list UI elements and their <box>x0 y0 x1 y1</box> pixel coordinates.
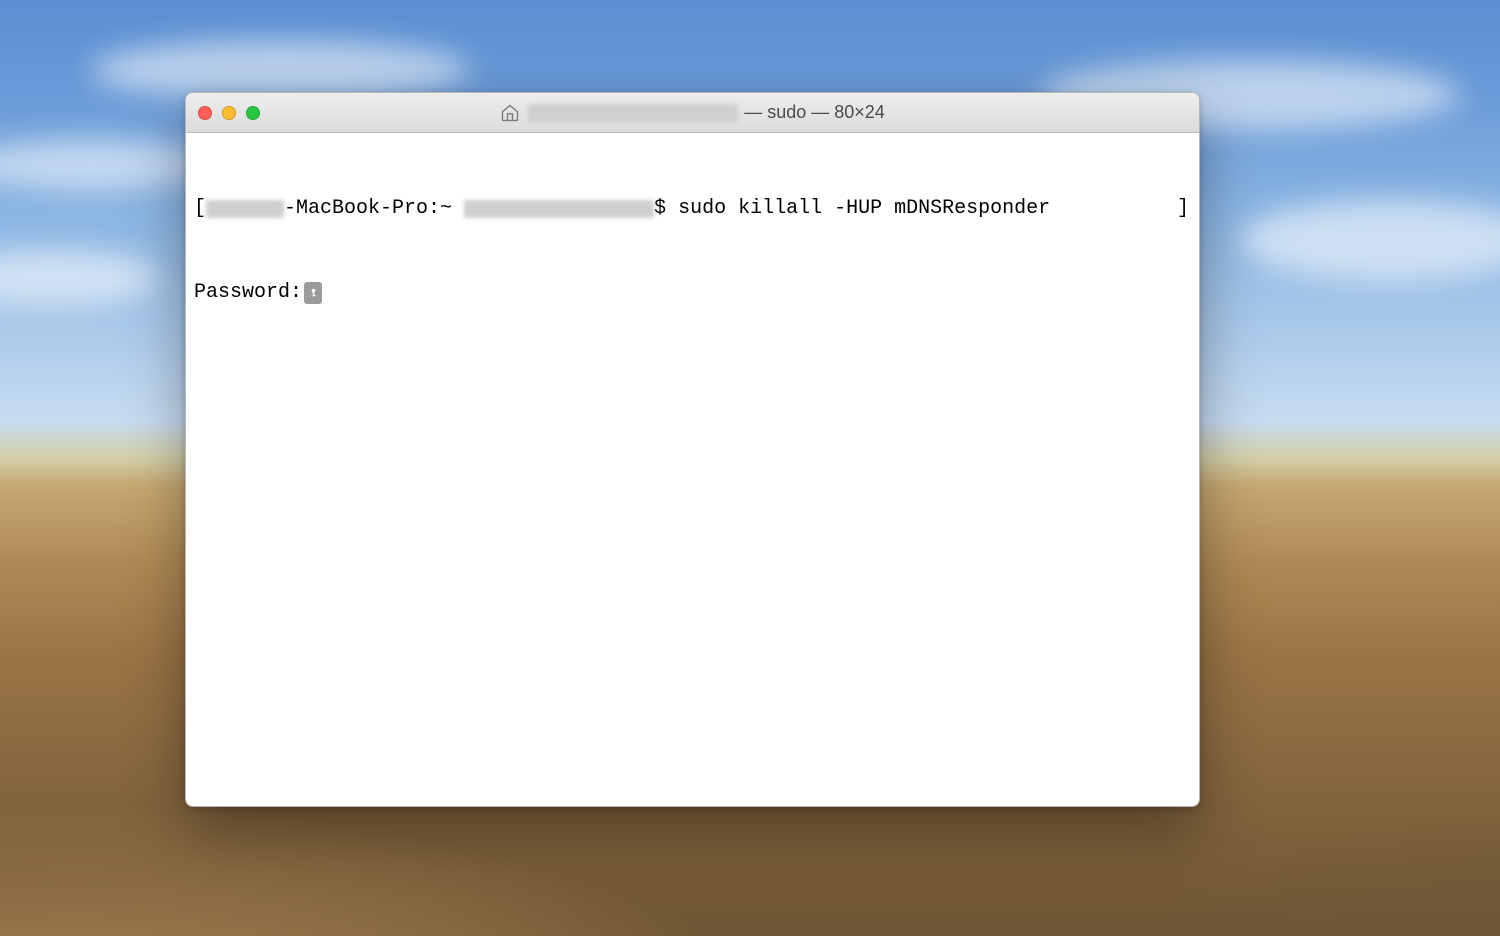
window-close-button[interactable] <box>198 106 212 120</box>
password-prompt-label: Password: <box>194 279 302 307</box>
home-folder-icon <box>500 103 520 123</box>
terminal-content[interactable]: [ -MacBook-Pro:~ $ sudo killall -HUP mDNS… <box>186 133 1199 371</box>
window-titlebar[interactable]: — sudo — 80×24 <box>186 93 1199 133</box>
redacted-hostname <box>206 200 284 218</box>
prompt-open-bracket: [ <box>194 195 206 223</box>
title-suffix-text: — sudo — 80×24 <box>744 102 885 123</box>
cloud-decoration <box>1240 200 1500 280</box>
entered-command: sudo killall -HUP mDNSResponder <box>678 195 1050 223</box>
window-traffic-lights <box>198 106 260 120</box>
terminal-line-1: [ -MacBook-Pro:~ $ sudo killall -HUP mDNS… <box>194 195 1191 223</box>
window-zoom-button[interactable] <box>246 106 260 120</box>
redacted-username <box>464 200 654 218</box>
terminal-line-2: Password: <box>194 279 1191 307</box>
title-redacted-hostname <box>528 104 738 122</box>
window-minimize-button[interactable] <box>222 106 236 120</box>
prompt-host-fragment: -MacBook-Pro:~ <box>284 195 464 223</box>
cloud-decoration <box>90 40 470 100</box>
cloud-decoration <box>0 250 160 305</box>
prompt-symbol: $ <box>654 195 678 223</box>
prompt-close-bracket: ] <box>1177 195 1191 223</box>
window-title: — sudo — 80×24 <box>186 102 1199 123</box>
key-icon <box>304 282 322 304</box>
terminal-window[interactable]: — sudo — 80×24 [ -MacBook-Pro:~ $ sudo ki… <box>185 92 1200 807</box>
